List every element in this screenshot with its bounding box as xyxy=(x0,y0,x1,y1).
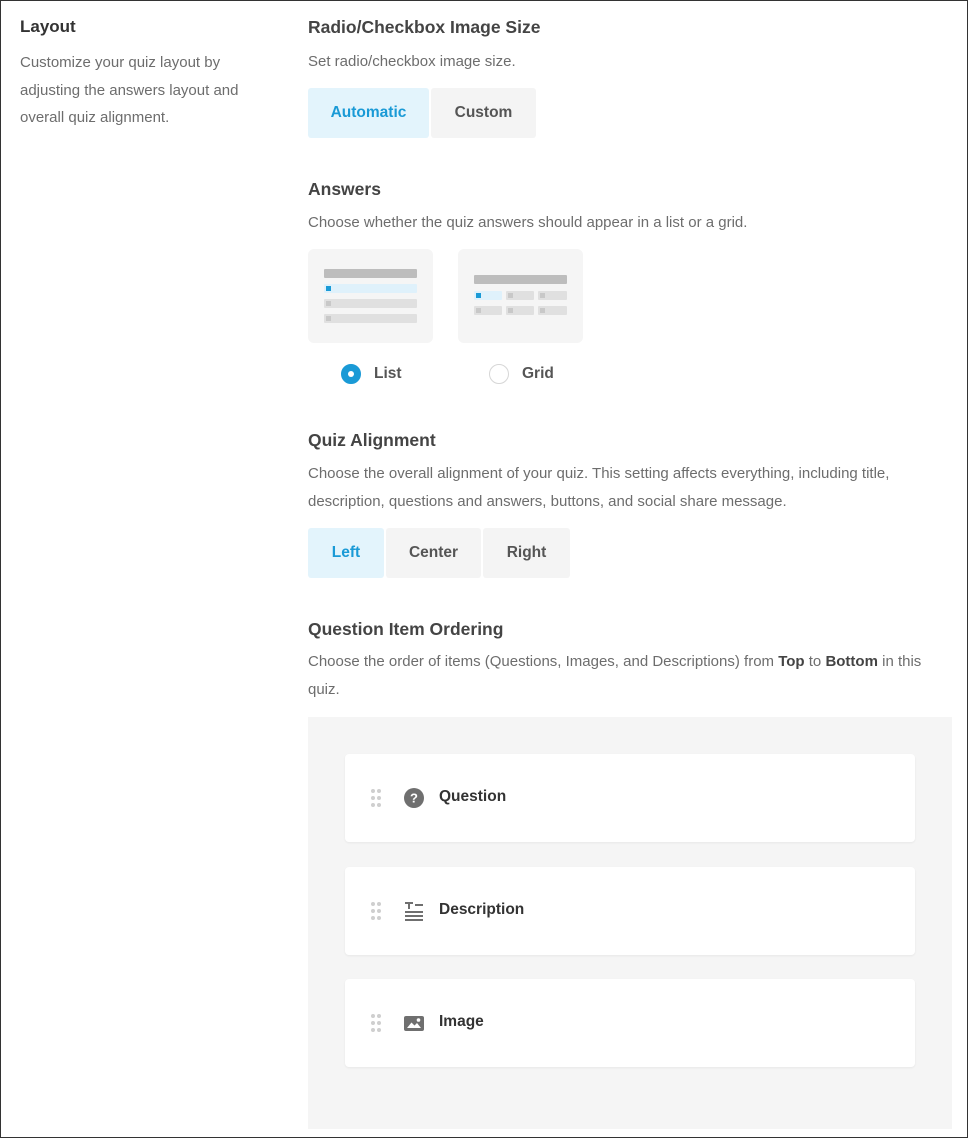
answers-title: Answers xyxy=(308,179,381,199)
list-layout-preview-icon[interactable] xyxy=(308,249,433,343)
drag-handle-icon[interactable] xyxy=(371,1014,381,1032)
answers-description: Choose whether the quiz answers should a… xyxy=(308,214,748,231)
grid-layout-preview-icon[interactable] xyxy=(458,249,583,343)
grid-radio-option[interactable]: Grid xyxy=(489,364,554,384)
section-title-layout: Layout xyxy=(20,17,76,36)
section-description: Customize your quiz layout by adjusting … xyxy=(20,54,239,126)
ordering-list: ? Question Description Image xyxy=(308,717,952,1129)
align-center-button[interactable]: Center xyxy=(386,528,481,578)
settings-panel: Layout Customize your quiz layout by adj… xyxy=(0,0,968,1138)
custom-button[interactable]: Custom xyxy=(431,88,536,138)
alignment-description: Choose the overall alignment of your qui… xyxy=(308,465,890,510)
image-icon xyxy=(403,1012,425,1034)
alignment-toggle: Left Center Right xyxy=(308,528,570,578)
ordering-description: Choose the order of items (Questions, Im… xyxy=(308,653,922,698)
order-item-question[interactable]: ? Question xyxy=(345,754,915,842)
order-item-label: Image xyxy=(439,1013,484,1030)
list-radio-label: List xyxy=(374,365,402,382)
align-left-button[interactable]: Left xyxy=(308,528,384,578)
order-item-label: Description xyxy=(439,901,525,918)
text-description-icon xyxy=(403,900,425,922)
alignment-title: Quiz Alignment xyxy=(308,430,436,450)
image-size-title: Radio/Checkbox Image Size xyxy=(308,17,541,37)
ordering-title: Question Item Ordering xyxy=(308,619,504,639)
align-right-button[interactable]: Right xyxy=(483,528,570,578)
order-item-description[interactable]: Description xyxy=(345,867,915,955)
drag-handle-icon[interactable] xyxy=(371,902,381,920)
automatic-button[interactable]: Automatic xyxy=(308,88,429,138)
grid-radio-label: Grid xyxy=(522,365,554,382)
question-circle-icon: ? xyxy=(403,787,425,809)
grid-radio[interactable] xyxy=(489,364,509,384)
list-radio[interactable] xyxy=(341,364,361,384)
order-item-label: Question xyxy=(439,788,507,805)
image-size-description: Set radio/checkbox image size. xyxy=(308,53,516,70)
image-size-toggle: Automatic Custom xyxy=(308,88,536,138)
drag-handle-icon[interactable] xyxy=(371,789,381,807)
list-radio-option[interactable]: List xyxy=(341,364,402,384)
order-item-image[interactable]: Image xyxy=(345,979,915,1067)
svg-text:?: ? xyxy=(410,791,418,806)
